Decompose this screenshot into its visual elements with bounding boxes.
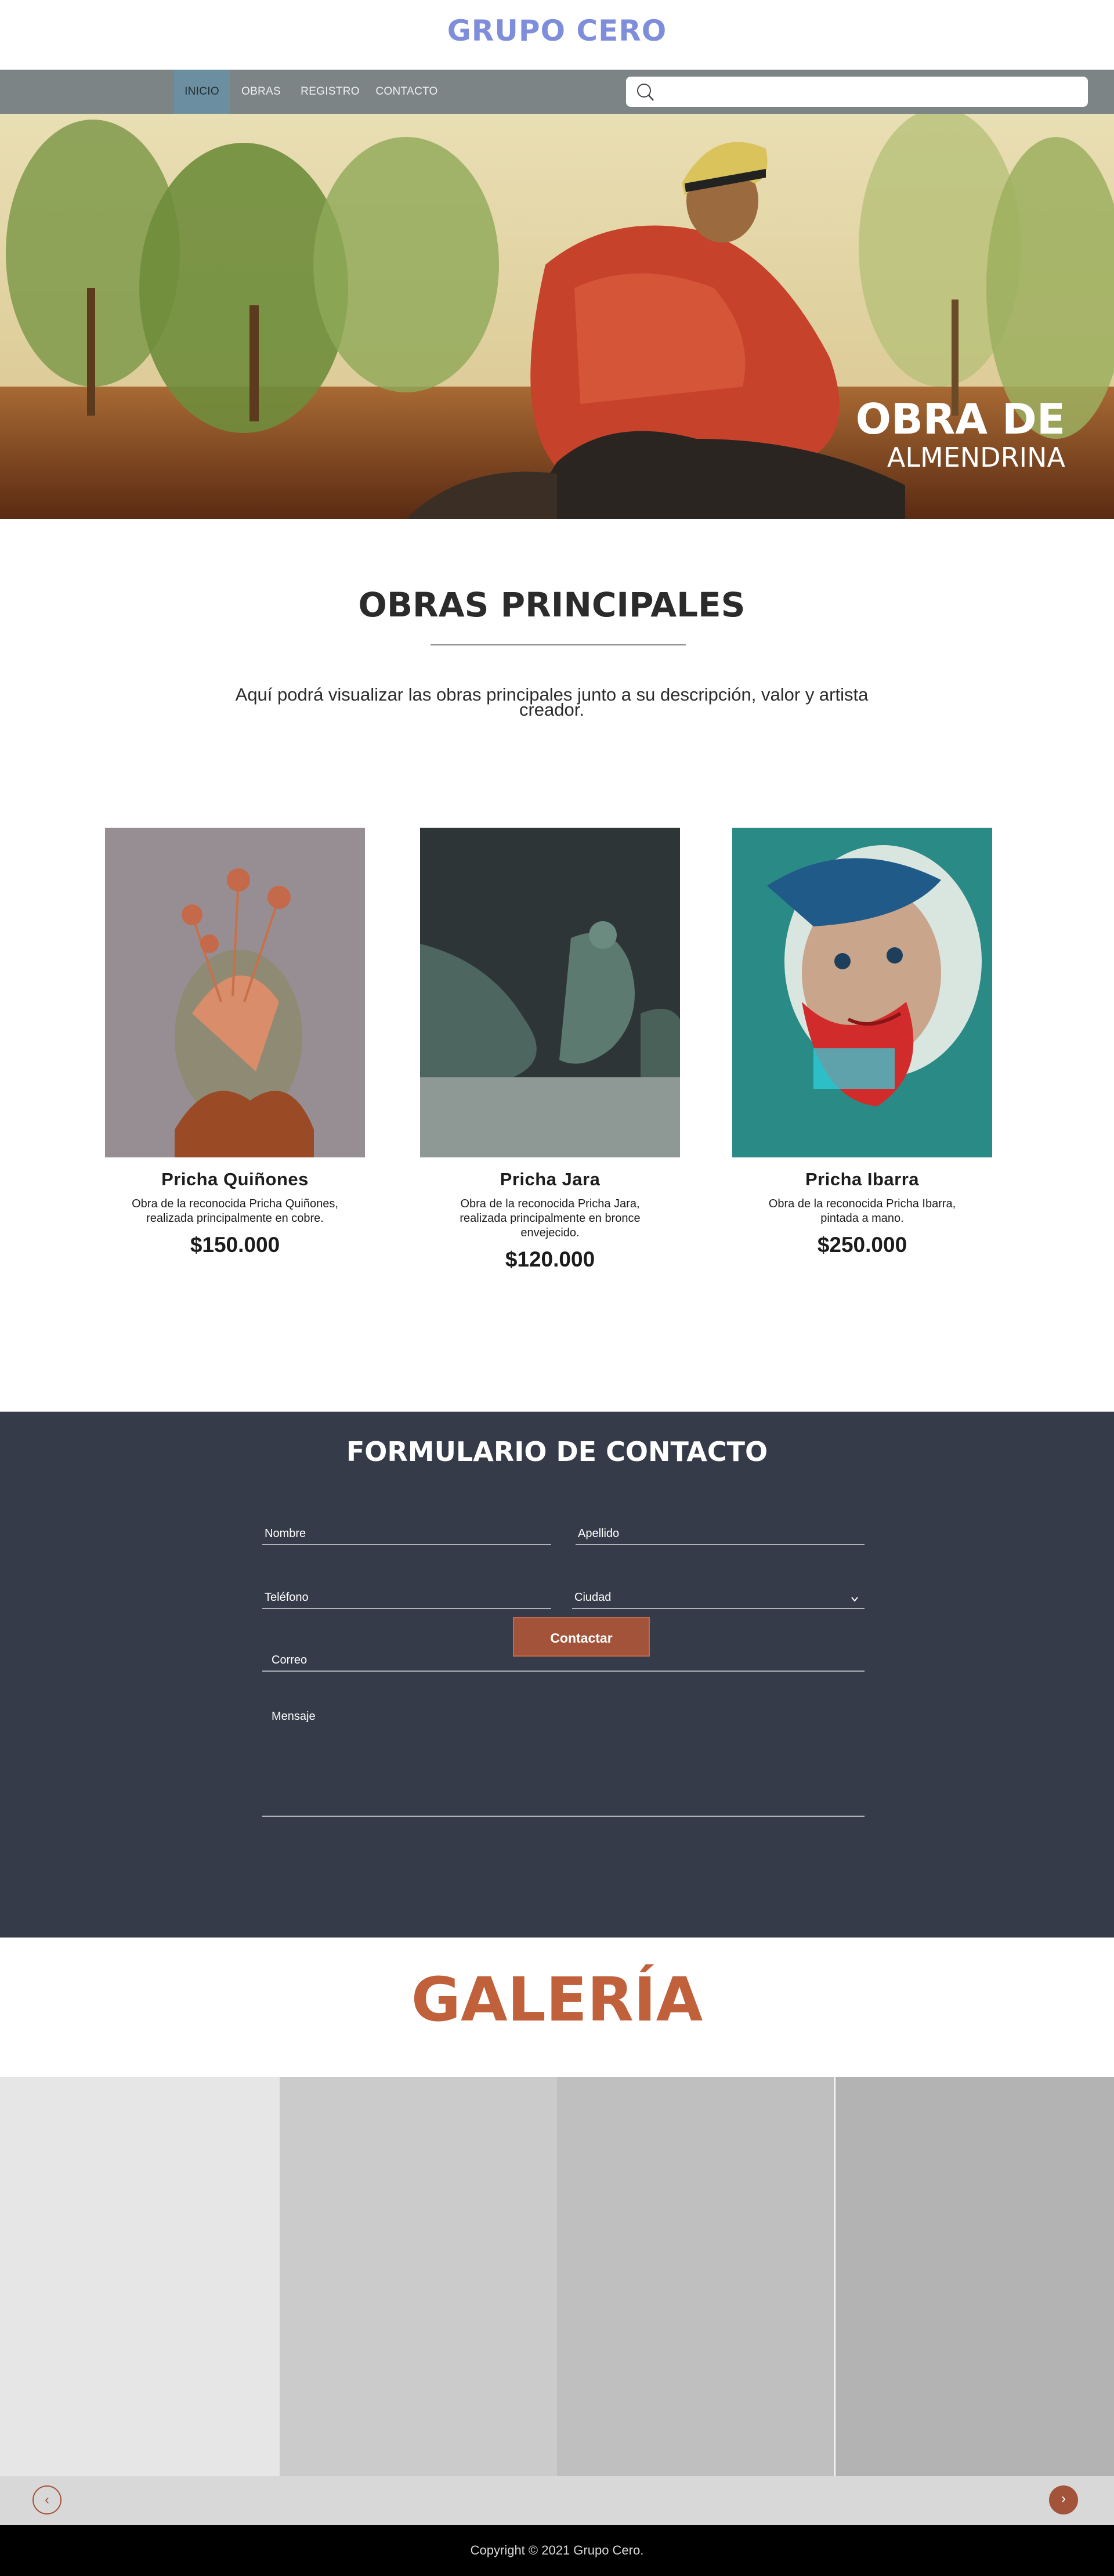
nav-item-contacto[interactable]: CONTACTO [372, 70, 441, 114]
city-select[interactable]: Ciudad [572, 1585, 865, 1609]
works-title: OBRAS PRINCIPALES [358, 585, 746, 625]
chevron-down-icon [851, 1597, 858, 1602]
contact-section: FORMULARIO DE CONTACTO [0, 1412, 1114, 1938]
work-artist: Pricha Ibarra [805, 1169, 920, 1189]
last-name-field[interactable]: Apellido [576, 1521, 865, 1545]
gallery-slide[interactable] [557, 2077, 834, 2476]
gallery-slide[interactable] [0, 2077, 280, 2476]
chevron-right-icon[interactable]: › [1049, 2485, 1078, 2514]
work-image-copper-sculpture[interactable] [105, 828, 365, 1157]
first-name-field[interactable]: Nombre [262, 1521, 551, 1545]
nav-item-registro[interactable]: REGISTRO [298, 70, 362, 114]
work-image-painted-portrait[interactable] [732, 828, 992, 1157]
brand-logo[interactable]: GRUPO CERO [0, 14, 1114, 48]
work-description: Obra de la reconocida Pricha Quiñones, r… [132, 1197, 338, 1225]
work-artist: Pricha Quiñones [161, 1169, 309, 1189]
gallery-controls [0, 2476, 1114, 2525]
chevron-left-icon[interactable]: ‹ [32, 2485, 62, 2514]
work-description: Obra de la reconocida Pricha Jara, reali… [460, 1197, 641, 1239]
title-divider [431, 644, 686, 645]
work-card[interactable]: Pricha Ibarra Obra de la reconocida Pric… [732, 828, 992, 1257]
search-icon [637, 84, 654, 101]
work-image-bronze-sculpture[interactable] [420, 828, 680, 1157]
hero-banner: OBRA DE ALMENDRINA [0, 114, 1114, 519]
work-card[interactable]: Pricha Quiñones Obra de la reconocida Pr… [105, 828, 365, 1257]
phone-field[interactable]: Teléfono [262, 1585, 551, 1609]
site-header: GRUPO CERO [0, 0, 1114, 70]
work-artist: Pricha Jara [500, 1169, 601, 1189]
first-name-label: Nombre [265, 1527, 306, 1540]
gallery-title: GALERÍA [411, 1964, 703, 2035]
gallery-slide[interactable] [836, 2077, 1114, 2476]
nav-item-obras[interactable]: OBRAS [234, 70, 288, 114]
work-card[interactable]: Pricha Jara Obra de la reconocida Pricha… [420, 828, 680, 1272]
work-price: $250.000 [817, 1233, 907, 1257]
last-name-label: Apellido [578, 1527, 620, 1540]
search-input[interactable] [626, 77, 1088, 107]
phone-label: Teléfono [265, 1591, 309, 1604]
contact-title: FORMULARIO DE CONTACTO [346, 1436, 768, 1467]
hero-subtitle: ALMENDRINA [887, 442, 1065, 473]
work-description: Obra de la reconocida Pricha Ibarra, pin… [768, 1197, 956, 1225]
work-price: $120.000 [505, 1247, 595, 1271]
hero-caption: OBRA DE ALMENDRINA [856, 396, 1065, 472]
work-price: $150.000 [190, 1233, 280, 1257]
hero-title: OBRA DE [855, 395, 1065, 443]
nav-item-inicio[interactable]: INICIO [174, 70, 230, 114]
message-textarea[interactable]: Mensaje [262, 1700, 865, 1817]
city-label: Ciudad [574, 1591, 612, 1604]
gallery-slide[interactable] [280, 2077, 557, 2476]
message-label: Mensaje [272, 1710, 316, 1723]
works-description: Aquí podrá visualizar las obras principa… [235, 684, 869, 720]
email-label: Correo [272, 1654, 308, 1666]
site-footer: Copyright © 2021 Grupo Cero. [0, 2525, 1114, 2576]
contact-submit-button[interactable]: Contactar [513, 1617, 650, 1657]
